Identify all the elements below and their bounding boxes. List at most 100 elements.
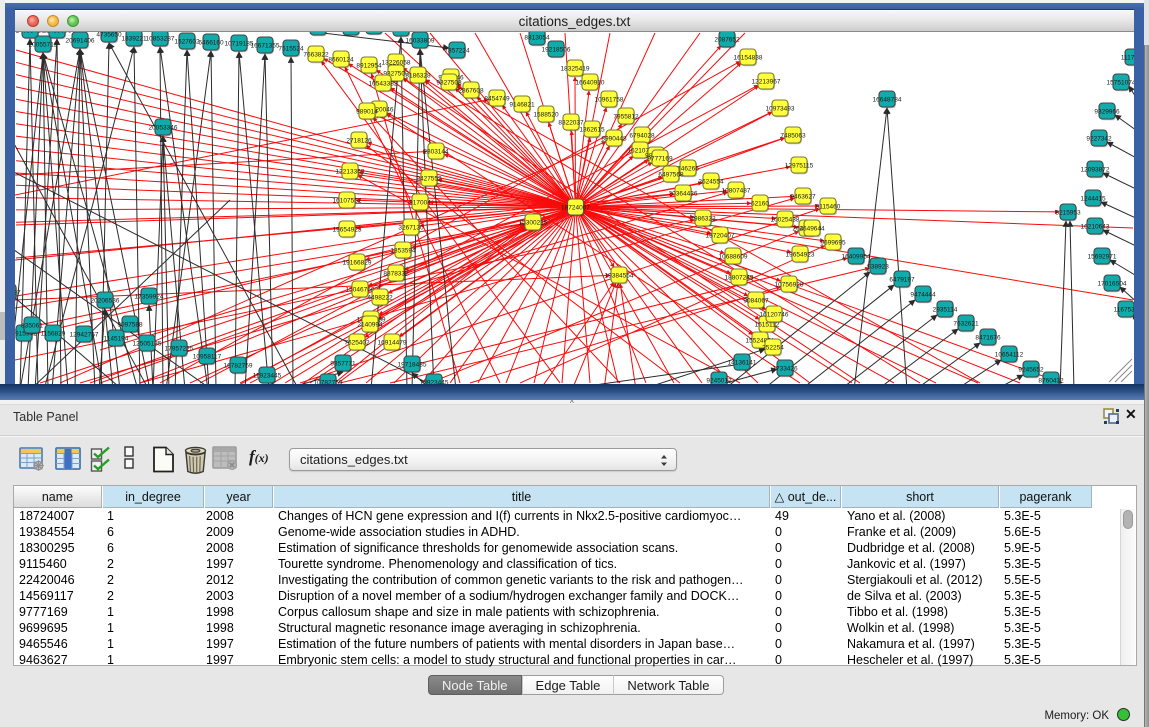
svg-text:938923: 938923 xyxy=(867,263,889,270)
svg-text:7955812: 7955812 xyxy=(613,113,639,120)
svg-text:16914479: 16914479 xyxy=(378,339,407,346)
svg-text:1527602: 1527602 xyxy=(174,38,200,45)
svg-text:9146821: 9146821 xyxy=(509,101,535,108)
svg-text:17016504: 17016504 xyxy=(1098,280,1127,287)
svg-text:8186328: 8186328 xyxy=(405,72,431,79)
svg-text:7485063: 7485063 xyxy=(780,132,806,139)
svg-text:1588520: 1588520 xyxy=(533,111,559,118)
svg-text:9777169: 9777169 xyxy=(647,155,673,162)
svg-text:6466160: 6466160 xyxy=(198,39,224,46)
svg-text:20055712: 20055712 xyxy=(29,41,58,48)
svg-text:1244415: 1244415 xyxy=(1080,195,1106,202)
svg-text:1117342: 1117342 xyxy=(1121,54,1134,61)
svg-text:4735650: 4735650 xyxy=(96,32,122,38)
svg-text:9227342: 9227342 xyxy=(1086,135,1112,142)
svg-text:835061: 835061 xyxy=(21,322,43,329)
svg-text:10719185: 10719185 xyxy=(225,40,254,47)
svg-text:2935114: 2935114 xyxy=(933,306,958,313)
svg-text:1145194: 1145194 xyxy=(104,335,129,342)
svg-text:9245012: 9245012 xyxy=(706,377,732,384)
svg-text:8454749: 8454749 xyxy=(484,95,510,102)
svg-text:16120746: 16120746 xyxy=(760,311,789,318)
svg-text:19166829: 19166829 xyxy=(343,259,372,266)
svg-text:7625402: 7625402 xyxy=(344,339,370,346)
svg-text:10958117: 10958117 xyxy=(193,353,222,360)
svg-text:9327508: 9327508 xyxy=(436,79,462,86)
svg-text:9427552: 9427552 xyxy=(416,175,442,182)
svg-text:18724007: 18724007 xyxy=(561,204,590,211)
svg-text:10654112: 10654112 xyxy=(995,351,1024,358)
svg-text:8878332: 8878332 xyxy=(383,270,409,277)
svg-text:10688609: 10688609 xyxy=(719,253,748,260)
svg-text:16640910: 16640910 xyxy=(576,79,605,86)
svg-text:12213369: 12213369 xyxy=(336,168,365,175)
svg-text:2649644: 2649644 xyxy=(799,225,825,232)
svg-text:18807249: 18807249 xyxy=(725,274,754,281)
svg-text:10025438: 10025438 xyxy=(771,216,800,223)
svg-text:10973493: 10973493 xyxy=(766,105,795,112)
svg-text:10543382: 10543382 xyxy=(369,80,398,87)
svg-text:10756928: 10756928 xyxy=(775,281,804,288)
svg-text:8322037: 8322037 xyxy=(558,119,584,126)
svg-text:1156829: 1156829 xyxy=(41,330,66,337)
svg-text:22455603: 22455603 xyxy=(43,32,72,34)
svg-text:8990448: 8990448 xyxy=(601,135,627,142)
svg-text:2718126: 2718126 xyxy=(346,137,372,144)
svg-text:9084067: 9084067 xyxy=(743,297,769,304)
svg-text:11923445: 11923445 xyxy=(253,372,282,379)
svg-text:19654923: 19654923 xyxy=(786,251,815,258)
svg-text:16409954: 16409954 xyxy=(842,253,871,260)
svg-text:7986322: 7986322 xyxy=(690,215,716,222)
svg-text:1733426: 1733426 xyxy=(772,365,798,372)
svg-text:12213967: 12213967 xyxy=(752,78,781,85)
svg-text:16154838: 16154838 xyxy=(734,54,763,61)
svg-text:19718485: 19718485 xyxy=(398,361,427,368)
svg-text:18325419: 18325419 xyxy=(561,65,590,72)
svg-text:20206536: 20206536 xyxy=(91,297,120,304)
svg-text:12505135: 12505135 xyxy=(133,340,162,347)
svg-text:9329966: 9329966 xyxy=(1094,108,1120,115)
svg-text:12942757: 12942757 xyxy=(70,331,99,338)
svg-text:10807487: 10807487 xyxy=(722,187,751,194)
svg-text:16107552: 16107552 xyxy=(333,197,362,204)
svg-text:8660124: 8660124 xyxy=(328,56,354,63)
svg-text:15692971: 15692971 xyxy=(1088,253,1117,260)
svg-text:6479197: 6479197 xyxy=(889,276,915,283)
svg-text:17957225: 17957225 xyxy=(165,345,194,352)
svg-text:8912954: 8912954 xyxy=(356,62,382,69)
svg-text:16671355: 16671355 xyxy=(251,42,280,49)
svg-text:8760432: 8760432 xyxy=(1038,377,1064,384)
svg-text:7632621: 7632621 xyxy=(953,320,979,327)
svg-text:8813054: 8813054 xyxy=(524,34,550,41)
svg-text:2087652: 2087652 xyxy=(714,36,740,43)
svg-text:252254: 252254 xyxy=(762,344,784,351)
svg-text:14136141: 14136141 xyxy=(728,359,757,366)
svg-text:7857224: 7857224 xyxy=(444,47,470,54)
svg-text:19384554: 19384554 xyxy=(605,272,634,279)
svg-text:4498222: 4498222 xyxy=(367,294,393,301)
svg-text:16648784: 16648784 xyxy=(873,96,902,103)
svg-text:9463627: 9463627 xyxy=(790,193,816,200)
svg-text:14055716: 14055716 xyxy=(16,32,45,34)
svg-text:10782759: 10782759 xyxy=(314,379,343,384)
svg-text:15046766: 15046766 xyxy=(346,286,375,293)
svg-text:13923445: 13923445 xyxy=(420,379,449,384)
svg-text:2606197: 2606197 xyxy=(15,289,21,296)
svg-text:12093872: 12093872 xyxy=(1081,166,1110,173)
svg-text:9474444: 9474444 xyxy=(910,291,936,298)
svg-text:2803144: 2803144 xyxy=(423,148,449,155)
svg-text:20053346: 20053346 xyxy=(149,124,178,131)
svg-text:6794028: 6794028 xyxy=(629,132,655,139)
svg-text:3267130: 3267130 xyxy=(398,224,424,231)
svg-text:6497568: 6497568 xyxy=(658,171,684,178)
svg-text:2140994: 2140994 xyxy=(357,321,383,328)
svg-text:62160: 62160 xyxy=(751,200,769,207)
svg-text:16033809: 16033809 xyxy=(406,37,435,44)
svg-text:9857771: 9857771 xyxy=(330,360,356,367)
svg-text:1353594: 1353594 xyxy=(390,247,416,254)
svg-text:9097588: 9097588 xyxy=(117,321,143,328)
svg-text:8215953: 8215953 xyxy=(1055,209,1081,216)
svg-text:19654923: 19654923 xyxy=(333,226,362,233)
svg-text:12975115: 12975115 xyxy=(785,162,814,169)
svg-text:9699695: 9699695 xyxy=(820,239,846,246)
